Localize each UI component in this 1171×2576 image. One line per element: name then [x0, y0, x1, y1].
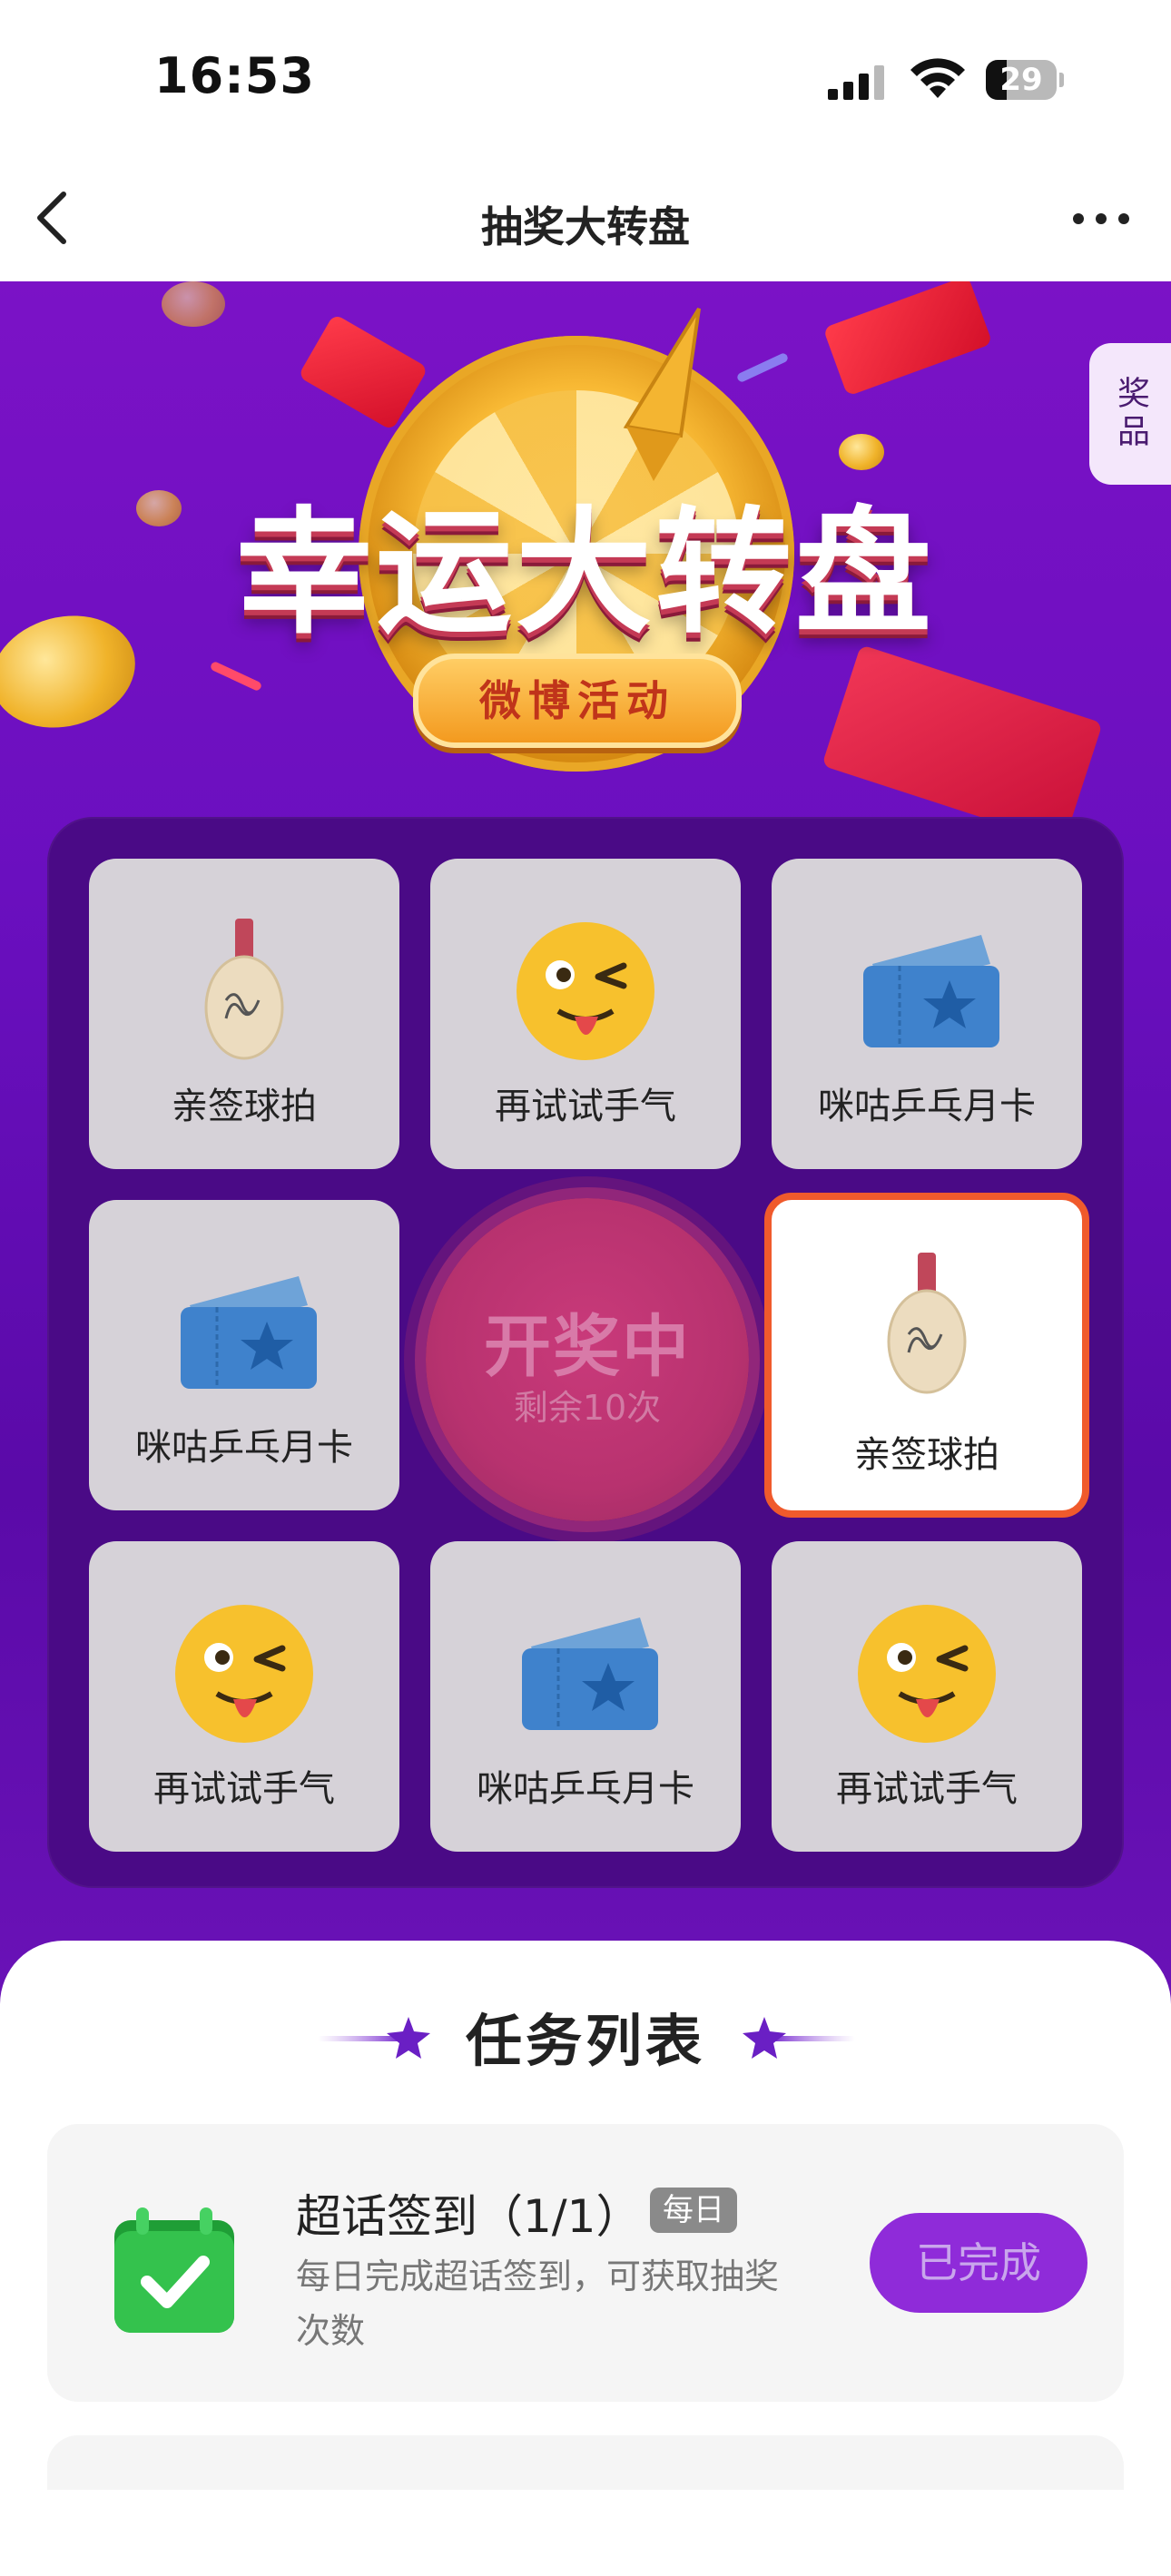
wifi-icon [910, 58, 965, 98]
prize-grid: 亲签球拍 再试试手气 咪咕乒乓月卡 咪咕乒乓月卡 开奖中 剩余10次 亲签球拍 … [47, 817, 1124, 1888]
prizes-tab[interactable]: 奖品 [1089, 343, 1171, 485]
calendar-check-icon [114, 2207, 234, 2333]
wink-emoji-icon [858, 1605, 996, 1743]
task-description: 每日完成超话签到，可获取抽奖次数 [296, 2256, 780, 2351]
lottery-stage: 幸运大转盘 微博活动 奖品 亲签球拍 再试试手气 咪咕乒乓月卡 咪咕乒乓月卡 开… [0, 281, 1171, 2006]
wink-emoji-icon [175, 1605, 313, 1743]
prize-label: 再试试手气 [153, 1768, 335, 1810]
banner: 幸运大转盘 微博活动 [0, 281, 1171, 844]
prize-label: 亲签球拍 [172, 1086, 317, 1127]
red-envelope-decoration [822, 281, 993, 397]
wink-emoji-icon [517, 922, 654, 1060]
red-envelope-decoration [822, 644, 1103, 844]
cellular-signal-icon [828, 65, 884, 100]
task-frequency-badge: 每日 [650, 2188, 737, 2233]
task-list-header: 任务列表 [0, 1995, 1171, 2077]
battery-level: 29 [999, 62, 1043, 98]
prize-cell: 咪咕乒乓月卡 [89, 1200, 399, 1510]
ticket-icon [181, 1276, 317, 1389]
prize-label: 亲签球拍 [854, 1434, 999, 1476]
star-icon [743, 2017, 855, 2059]
prize-label: 再试试手气 [495, 1086, 676, 1127]
prize-label: 咪咕乒乓月卡 [477, 1768, 694, 1810]
prize-label: 再试试手气 [836, 1768, 1018, 1810]
confetti-decoration [209, 660, 263, 693]
ticket-icon [522, 1617, 658, 1730]
navigation-bar: 抽奖大转盘 [0, 154, 1171, 281]
task-list-panel: 任务列表 超话签到（1/1） 每日 每日完成超话签到，可获取抽奖次数 已完成 [0, 1941, 1171, 2576]
prize-cell-highlighted: 亲签球拍 [764, 1193, 1089, 1518]
coin-decoration [162, 281, 225, 327]
confetti-decoration [735, 351, 790, 384]
task-card: 超话签到（1/1） 每日 每日完成超话签到，可获取抽奖次数 已完成 [47, 2124, 1124, 2402]
prize-label: 咪咕乒乓月卡 [135, 1427, 353, 1469]
ticket-icon [863, 935, 999, 1047]
prize-cell: 咪咕乒乓月卡 [430, 1541, 741, 1852]
prize-cell: 咪咕乒乓月卡 [772, 859, 1082, 1169]
status-time: 16:53 [154, 47, 315, 104]
prize-cell: 再试试手气 [430, 859, 741, 1169]
prize-label: 咪咕乒乓月卡 [818, 1086, 1036, 1127]
task-card-partial [47, 2435, 1124, 2490]
banner-subtitle-pill: 微博活动 [413, 654, 742, 748]
more-icon[interactable] [1071, 209, 1131, 229]
banner-title: 幸运大转盘 [235, 495, 935, 653]
prize-cell: 亲签球拍 [89, 859, 399, 1169]
paddle-icon [204, 919, 284, 1060]
banner-subtitle: 微博活动 [479, 676, 675, 725]
task-completed-button[interactable]: 已完成 [870, 2213, 1087, 2313]
battery-icon: 29 [986, 60, 1064, 100]
status-bar: 16:53 29 [0, 0, 1171, 154]
task-name: 超话签到（1/1） [296, 2190, 642, 2243]
draw-button-title: 开奖中 [484, 1308, 691, 1386]
paddle-icon [887, 1253, 967, 1394]
draw-button[interactable]: 开奖中 剩余10次 [426, 1198, 749, 1521]
page-title: 抽奖大转盘 [481, 202, 690, 251]
task-list-title: 任务列表 [465, 2008, 705, 2074]
prize-cell: 再试试手气 [772, 1541, 1082, 1852]
draw-remaining-count: 剩余10次 [513, 1388, 662, 1428]
prize-cell: 再试试手气 [89, 1541, 399, 1852]
